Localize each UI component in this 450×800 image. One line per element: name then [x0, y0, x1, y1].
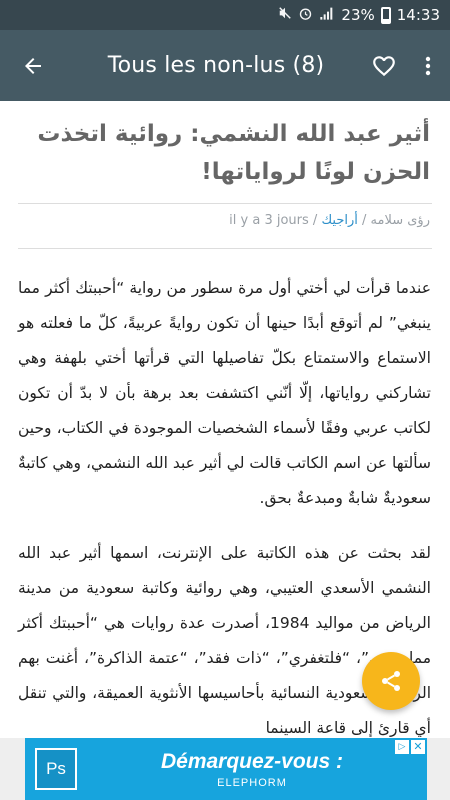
app-bar: Tous les non-lus (8): [0, 30, 450, 101]
adchoices-icon[interactable]: ▷: [395, 740, 409, 754]
article-author: رؤى سلامه: [370, 213, 430, 228]
heart-outline-icon: [373, 55, 395, 76]
status-bar: 23% 14:33: [0, 0, 450, 30]
article-paragraph: عندما قرأت لي أختي أول مرة سطور من رواية…: [18, 279, 431, 507]
article-title: أثير عبد الله النشمي: روائية اتخذت الحزن…: [37, 121, 430, 185]
more-vert-icon: [425, 56, 431, 75]
photoshop-logo: Ps: [35, 748, 77, 790]
share-button[interactable]: [362, 652, 420, 710]
screen-title: Tous les non-lus (8): [107, 53, 325, 78]
overflow-menu-button[interactable]: [406, 30, 450, 101]
battery-percent: 23%: [341, 6, 375, 24]
share-icon: [382, 671, 400, 691]
article-view[interactable]: أثير عبد الله النشمي: روائية اتخذت الحزن…: [0, 101, 450, 738]
arrow-left-icon: [25, 57, 41, 74]
back-button[interactable]: [0, 30, 66, 101]
ad-text: Démarquez-vous : ELEPHORM: [77, 749, 427, 789]
article-date: il y a 3 jours: [229, 213, 309, 228]
article-category-link[interactable]: أراجيك: [321, 213, 357, 228]
favorite-button[interactable]: [362, 30, 406, 101]
signal-icon: [319, 6, 335, 24]
meta-separator: /: [312, 213, 318, 228]
meta-separator: /: [362, 213, 367, 228]
meta-divider: [18, 248, 432, 249]
clock: 14:33: [396, 6, 440, 24]
ad-close-icon[interactable]: ✕: [411, 740, 425, 754]
mute-icon: [278, 6, 292, 24]
ad-banner-container: Ps Démarquez-vous : ELEPHORM ▷ ✕: [0, 738, 450, 800]
ad-brand: ELEPHORM: [217, 777, 287, 789]
battery-icon: [380, 6, 391, 24]
article-meta: رؤى سلامه / أراجيك / il y a 3 jours: [0, 204, 450, 236]
ad-headline: Démarquez-vous :: [160, 750, 344, 773]
ad-banner[interactable]: Ps Démarquez-vous : ELEPHORM ▷ ✕: [25, 738, 427, 800]
alarm-icon: [298, 6, 313, 25]
